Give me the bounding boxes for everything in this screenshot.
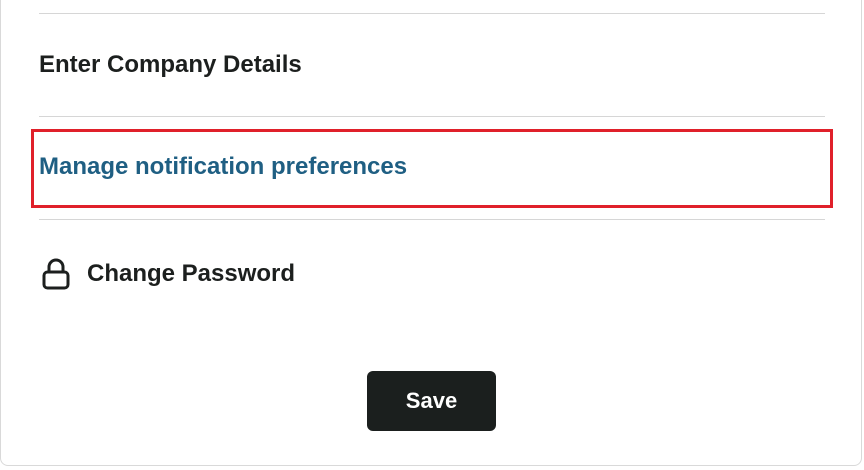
divider [39,13,825,14]
divider [39,116,825,117]
lock-icon [39,257,73,291]
change-password-label: Change Password [87,260,296,287]
save-button[interactable]: Save [367,371,496,431]
settings-panel: Enter Company Details Manage notificatio… [0,0,862,466]
divider [39,219,825,220]
enter-company-details-item[interactable]: Enter Company Details [39,51,302,79]
manage-notification-preferences-link[interactable]: Manage notification preferences [39,153,407,181]
